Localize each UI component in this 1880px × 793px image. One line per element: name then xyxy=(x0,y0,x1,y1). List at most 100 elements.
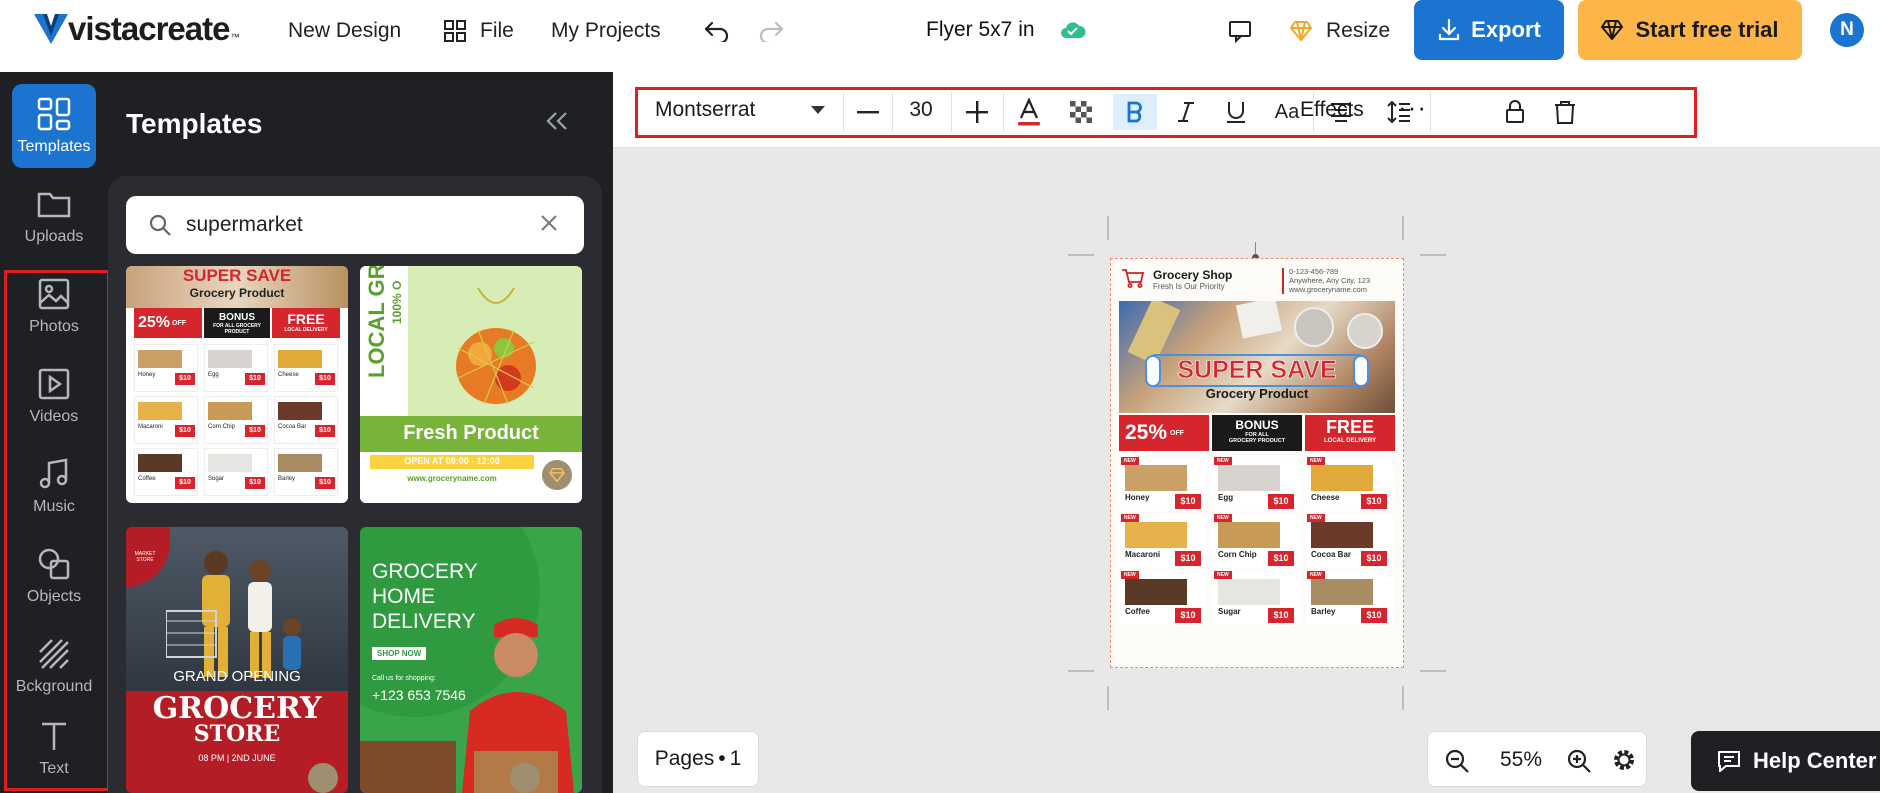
product-name: Coffee xyxy=(1125,607,1150,616)
font-size-input[interactable]: 30 xyxy=(900,98,942,122)
flyer-phone[interactable]: 0-123-456-789 xyxy=(1289,267,1338,276)
font-dropdown-caret-icon[interactable] xyxy=(811,106,825,114)
search-box xyxy=(126,196,584,254)
flyer-product-cell[interactable]: NEW Cheese $10 xyxy=(1305,457,1393,511)
card1-product-price: $10 xyxy=(245,477,265,489)
product-image xyxy=(1218,522,1280,548)
rail-item-templates[interactable]: Templates xyxy=(12,84,96,168)
collapse-panel-button[interactable] xyxy=(545,108,569,139)
diamond-icon xyxy=(1601,20,1624,40)
card1-title: SUPER SAVE xyxy=(182,266,292,285)
flyer-product-cell[interactable]: NEW Honey $10 xyxy=(1119,457,1207,511)
user-avatar[interactable]: N xyxy=(1830,13,1864,47)
text-color-button[interactable] xyxy=(1011,94,1047,130)
card4-phone: +123 653 7546 xyxy=(372,687,466,703)
product-price: $10 xyxy=(1175,608,1201,623)
card4-line2: HOME xyxy=(372,585,435,608)
clear-search-icon[interactable] xyxy=(536,210,562,236)
my-projects-button[interactable]: My Projects xyxy=(551,14,661,48)
plus-icon xyxy=(966,101,988,123)
double-chevron-left-icon xyxy=(546,112,567,130)
template-card-super-save[interactable]: SUPER SAVE Grocery Product 25% OFF BONUS F… xyxy=(126,266,348,503)
card1-bonus: BONUS FOR ALL GROCERY PRODUCT xyxy=(204,308,270,338)
zoom-settings-button[interactable] xyxy=(1612,748,1636,777)
font-family-select[interactable]: Montserrat xyxy=(655,98,755,122)
card1-product-cell: Coffee $10 xyxy=(134,448,198,496)
flyer-product-cell[interactable]: NEW Coffee $10 xyxy=(1119,571,1207,625)
product-name: Honey xyxy=(1125,493,1150,502)
card1-product-price: $10 xyxy=(245,373,265,385)
help-center-button[interactable]: Help Center xyxy=(1691,731,1880,791)
new-tag: NEW xyxy=(1307,571,1325,579)
flyer-product-cell[interactable]: NEW Egg $10 xyxy=(1212,457,1300,511)
document-title[interactable]: Flyer 5x7 in xyxy=(926,18,1035,42)
vistacreate-logo[interactable]: vistacreate ™ xyxy=(34,10,239,47)
zoom-in-button[interactable] xyxy=(1566,748,1592,779)
zoom-level[interactable]: 55% xyxy=(1500,748,1542,772)
resize-button[interactable]: Resize xyxy=(1290,14,1390,48)
export-button[interactable]: Export xyxy=(1414,0,1564,60)
card1-product-cell: Sugar $10 xyxy=(204,448,268,496)
card2-open: OPEN AT 09:00 - 12:00 xyxy=(404,456,500,466)
effects-button[interactable]: Effects xyxy=(1300,98,1364,122)
search-input[interactable] xyxy=(186,213,526,237)
rail-item-uploads[interactable]: Uploads xyxy=(12,174,96,258)
product-price: $10 xyxy=(1268,494,1294,509)
bold-button[interactable] xyxy=(1113,94,1157,130)
card1-product-price: $10 xyxy=(315,425,335,437)
flyer-promo-free[interactable]: FREE LOCAL DELIVERY xyxy=(1305,415,1395,451)
flyer-subheadline[interactable]: Grocery Product xyxy=(1151,386,1363,401)
product-name: Barley xyxy=(1311,607,1336,616)
card1-product-price: $10 xyxy=(175,477,195,489)
lock-button[interactable] xyxy=(1497,94,1533,130)
file-menu-button[interactable]: File xyxy=(444,14,514,48)
flyer-product-cell[interactable]: NEW Sugar $10 xyxy=(1212,571,1300,625)
transparency-button[interactable] xyxy=(1063,94,1099,130)
delete-button[interactable] xyxy=(1547,94,1583,130)
card1-product-cell: Honey $10 xyxy=(134,344,198,392)
chat-icon xyxy=(1718,751,1740,772)
pages-button[interactable]: Pages • 1 xyxy=(637,731,759,787)
decrease-font-size-button[interactable] xyxy=(850,94,886,130)
flyer-promo-bonus[interactable]: BONUS FOR ALL GROCERY PRODUCT xyxy=(1212,415,1302,451)
flyer-product-cell[interactable]: NEW Barley $10 xyxy=(1305,571,1393,625)
zoom-out-icon xyxy=(1445,749,1469,773)
product-image xyxy=(1125,465,1187,491)
template-card-home-delivery[interactable]: GROCERY HOME DELIVERY SHOP NOW Call us f… xyxy=(360,527,582,793)
template-card-fresh-product[interactable]: LOCAL GRO 100% O Fresh Product OPEN AT 0… xyxy=(360,266,582,503)
zoom-out-button[interactable] xyxy=(1444,748,1470,779)
card1-product-cell: Macaroni $10 xyxy=(134,396,198,444)
design-page[interactable]: Grocery Shop Fresh Is Our Priority 0-123… xyxy=(1110,258,1404,668)
flyer-headline[interactable]: SUPER SAVE xyxy=(1151,356,1363,385)
italic-button[interactable] xyxy=(1168,94,1204,130)
flyer-url[interactable]: www.groceryname.com xyxy=(1289,285,1367,294)
logo-mark-icon xyxy=(34,14,68,44)
new-tag: NEW xyxy=(1121,514,1139,522)
grid-icon xyxy=(444,20,466,42)
flyer-promo-off[interactable]: 25% OFF xyxy=(1119,415,1209,451)
flyer-product-cell[interactable]: NEW Corn Chip $10 xyxy=(1212,514,1300,568)
increase-font-size-button[interactable] xyxy=(959,94,995,130)
underline-button[interactable] xyxy=(1218,94,1254,130)
card1-product-image xyxy=(278,350,322,368)
flyer-address[interactable]: Anywhere, Any City, 123 xyxy=(1289,276,1370,285)
product-price: $10 xyxy=(1361,494,1387,509)
flyer-product-cell[interactable]: NEW Cocoa Bar $10 xyxy=(1305,514,1393,568)
template-card-grand-opening[interactable]: MARKET STORE GRAND OPENING GROCERY STORE… xyxy=(126,527,348,793)
rail-highlight-box xyxy=(4,270,110,791)
flyer-shop-name[interactable]: Grocery Shop xyxy=(1153,268,1232,282)
flyer-product-cell[interactable]: NEW Macaroni $10 xyxy=(1119,514,1207,568)
start-free-trial-button[interactable]: Start free trial xyxy=(1578,0,1802,60)
product-image xyxy=(1311,465,1373,491)
flyer-tagline[interactable]: Fresh Is Our Priority xyxy=(1153,282,1225,291)
undo-button[interactable] xyxy=(704,14,730,48)
card1-product-name: Corn Chip xyxy=(208,424,236,430)
product-name: Cocoa Bar xyxy=(1311,550,1352,559)
card1-product-name: Barley xyxy=(278,476,296,482)
redo-button[interactable] xyxy=(758,14,784,48)
new-design-button[interactable]: New Design xyxy=(288,14,401,48)
comment-button[interactable] xyxy=(1228,14,1252,48)
card1-product-image xyxy=(138,454,182,472)
new-tag: NEW xyxy=(1214,457,1232,465)
more-options-button[interactable]: ··· xyxy=(1398,92,1427,123)
